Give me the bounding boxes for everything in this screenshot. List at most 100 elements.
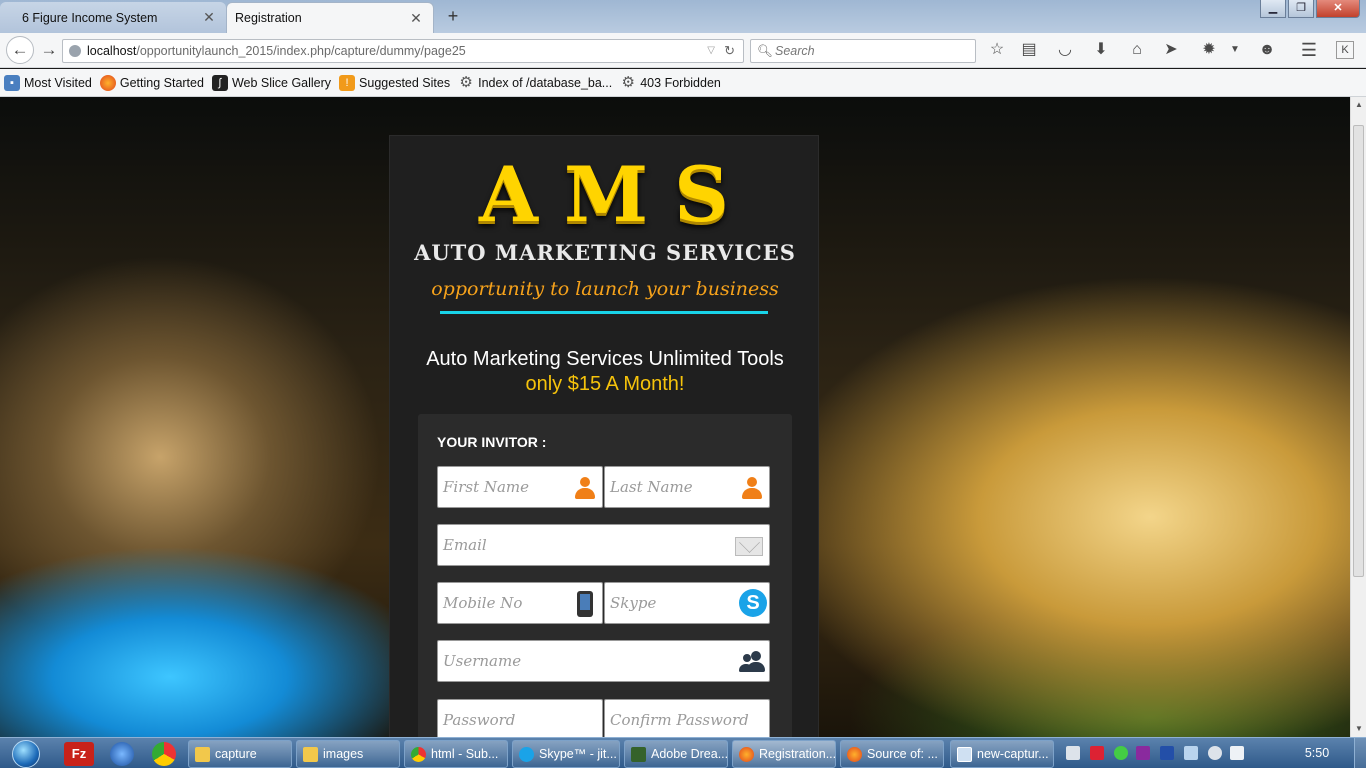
skype-icon bbox=[519, 747, 534, 762]
taskbar-clock[interactable]: 5:50 PM bbox=[1294, 738, 1340, 768]
bookmark-most-visited[interactable]: ▪ Most Visited bbox=[4, 74, 92, 91]
taskbar-chrome-window[interactable]: html - Sub... bbox=[404, 740, 508, 768]
taskbar-new-capture-window[interactable]: new-captur... bbox=[950, 740, 1054, 768]
action-center-icon[interactable] bbox=[1230, 746, 1244, 760]
update-icon[interactable] bbox=[1114, 746, 1128, 760]
phone-icon bbox=[572, 591, 598, 617]
navigation-toolbar: ← → localhost/opportunitylaunch_2015/ind… bbox=[0, 33, 1366, 68]
pocket-icon[interactable]: ◡ bbox=[1054, 39, 1076, 61]
speaker-icon[interactable] bbox=[1208, 746, 1222, 760]
username-field[interactable]: Username bbox=[437, 640, 770, 682]
tab-title: 6 Figure Income System bbox=[22, 10, 158, 25]
antivirus-icon[interactable] bbox=[1090, 746, 1104, 760]
bookmark-star-icon[interactable]: ☆ bbox=[986, 39, 1008, 61]
password-field[interactable]: Password bbox=[437, 699, 603, 737]
share-icon[interactable]: ➤ bbox=[1160, 39, 1182, 61]
taskbar-label: html - Sub... bbox=[431, 747, 499, 761]
first-name-placeholder: First Name bbox=[443, 478, 530, 496]
skype-placeholder: Skype bbox=[610, 594, 657, 612]
taskbar-label: Source of: ... bbox=[867, 747, 938, 761]
logo-divider bbox=[440, 311, 768, 314]
reading-list-icon[interactable]: ▤ bbox=[1018, 39, 1040, 61]
taskbar-firefox-registration[interactable]: Registration... bbox=[732, 740, 836, 768]
envelope-icon bbox=[735, 533, 765, 559]
forward-arrow-icon[interactable]: → bbox=[38, 39, 60, 61]
scrollbar-thumb[interactable] bbox=[1353, 125, 1364, 577]
search-input[interactable]: 🔍︎ Search bbox=[750, 39, 976, 63]
taskbar-dreamweaver-window[interactable]: Adobe Drea... bbox=[624, 740, 728, 768]
taskbar-images-folder[interactable]: images bbox=[296, 740, 400, 768]
firefox-icon bbox=[99, 74, 116, 91]
taskbar-label: capture bbox=[215, 747, 257, 761]
close-tab-icon[interactable]: ✕ bbox=[202, 10, 216, 24]
bookmark-403-forbidden[interactable]: ⚙ 403 Forbidden bbox=[620, 73, 721, 91]
firefox-icon bbox=[739, 747, 754, 762]
printer-icon[interactable] bbox=[1066, 746, 1080, 760]
taskbar-label: Skype™ - jit... bbox=[539, 747, 617, 761]
show-desktop-button[interactable] bbox=[1354, 738, 1366, 768]
maximize-icon[interactable]: ❐ bbox=[1288, 0, 1314, 18]
close-tab-icon[interactable]: ✕ bbox=[409, 11, 423, 25]
download-icon[interactable]: ⬇ bbox=[1090, 39, 1112, 61]
extension-k-icon[interactable]: K bbox=[1336, 41, 1354, 59]
bookmark-label: Most Visited bbox=[24, 75, 92, 90]
person-icon bbox=[739, 475, 765, 501]
back-arrow-icon[interactable]: ← bbox=[6, 36, 34, 64]
bookmark-label: 403 Forbidden bbox=[640, 75, 721, 90]
addon-dropdown-icon[interactable]: ▼ bbox=[1224, 39, 1246, 61]
history-dropdown-icon[interactable]: ▽ bbox=[707, 40, 715, 62]
page-scrollbar[interactable]: ▲ ▼ bbox=[1350, 97, 1366, 737]
minimize-icon[interactable]: ▁ bbox=[1260, 0, 1286, 18]
page-headline: Auto Marketing Services Unlimited Tools bbox=[426, 348, 784, 370]
folder-icon bbox=[303, 747, 318, 762]
start-button[interactable] bbox=[6, 738, 46, 768]
url-bar[interactable]: localhost/opportunitylaunch_2015/index.p… bbox=[62, 39, 744, 63]
mobile-placeholder: Mobile No bbox=[443, 594, 523, 612]
confirm-password-field[interactable]: Confirm Password bbox=[604, 699, 770, 737]
chrome-icon[interactable] bbox=[152, 742, 176, 766]
scroll-down-icon[interactable]: ▼ bbox=[1351, 721, 1366, 737]
close-window-icon[interactable]: ✕ bbox=[1316, 0, 1360, 18]
bookmark-folder-icon: ▪ bbox=[4, 74, 20, 91]
taskbar-label: new-captur... bbox=[977, 747, 1049, 761]
home-icon[interactable]: ⌂ bbox=[1126, 39, 1148, 61]
mobile-field[interactable]: Mobile No bbox=[437, 582, 603, 624]
bookmarks-toolbar: ▪ Most Visited Getting Started ∫ Web Sli… bbox=[0, 69, 1366, 97]
internet-explorer-icon[interactable] bbox=[110, 742, 134, 766]
price-text: only $15 A Month! bbox=[525, 373, 685, 395]
windows-taskbar: Fz capture images html - Sub... Skype™ -… bbox=[0, 737, 1366, 768]
taskbar-capture-folder[interactable]: capture bbox=[188, 740, 292, 768]
bookmark-suggested-sites[interactable]: ! Suggested Sites bbox=[339, 74, 450, 91]
bookmark-index-database[interactable]: ⚙ Index of /database_ba... bbox=[458, 74, 613, 91]
skype-field[interactable]: Skype S bbox=[604, 582, 770, 624]
bookmark-getting-started[interactable]: Getting Started bbox=[99, 74, 204, 91]
bookmark-label: Index of /database_ba... bbox=[478, 75, 613, 90]
folder-icon bbox=[195, 747, 210, 762]
language-flag-icon[interactable] bbox=[1160, 746, 1174, 760]
filezilla-icon[interactable]: Fz bbox=[64, 742, 94, 766]
tab-6-figure-income-system[interactable]: 6 Figure Income System ✕ bbox=[0, 2, 226, 33]
email-placeholder: Email bbox=[443, 536, 487, 554]
skype-icon: S bbox=[739, 589, 767, 617]
onenote-icon[interactable] bbox=[1136, 746, 1150, 760]
gear-icon: ⚙ bbox=[621, 73, 635, 91]
taskbar-skype-window[interactable]: Skype™ - jit... bbox=[512, 740, 620, 768]
menu-icon[interactable]: ☰ bbox=[1298, 39, 1320, 61]
tab-strip: 6 Figure Income System ✕ Registration ✕ … bbox=[0, 0, 1366, 33]
bookmark-label: Web Slice Gallery bbox=[231, 75, 332, 90]
hello-icon[interactable]: ☻ bbox=[1256, 39, 1278, 61]
network-icon[interactable] bbox=[1184, 746, 1198, 760]
addon-icon[interactable]: ✹ bbox=[1198, 39, 1220, 61]
tab-registration[interactable]: Registration ✕ bbox=[226, 2, 434, 33]
person-icon bbox=[572, 475, 598, 501]
taskbar-firefox-source[interactable]: Source of: ... bbox=[840, 740, 944, 768]
registration-form: YOUR INVITOR : First Name Last Name Emai… bbox=[418, 414, 792, 737]
first-name-field[interactable]: First Name bbox=[437, 466, 603, 508]
scroll-up-icon[interactable]: ▲ bbox=[1351, 97, 1366, 113]
reload-icon[interactable]: ↻ bbox=[724, 40, 735, 62]
email-field[interactable]: Email bbox=[437, 524, 770, 566]
last-name-field[interactable]: Last Name bbox=[604, 466, 770, 508]
bookmark-web-slice-gallery[interactable]: ∫ Web Slice Gallery bbox=[211, 74, 332, 91]
search-placeholder: Search bbox=[775, 44, 815, 58]
new-tab-icon[interactable]: + bbox=[443, 6, 463, 26]
